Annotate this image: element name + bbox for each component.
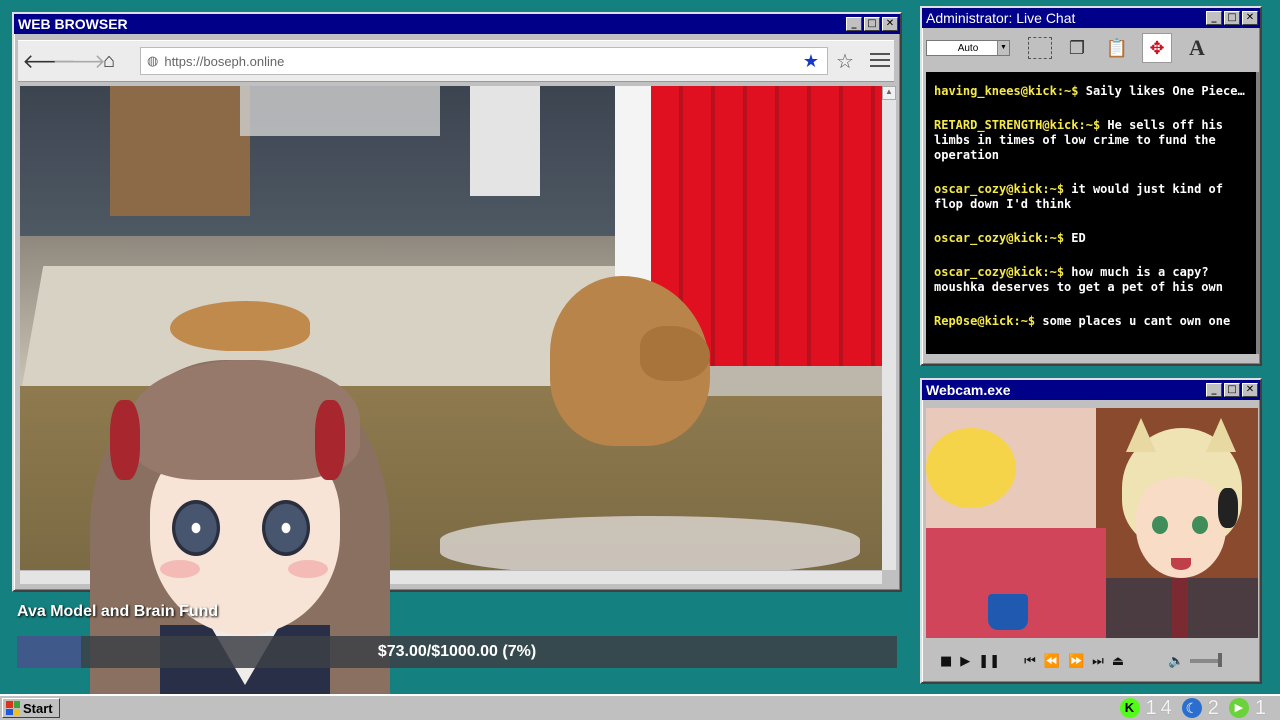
avatar-right-eye	[262, 500, 310, 556]
moon-icon: ☾	[1181, 698, 1202, 718]
move-arrows-icon[interactable]: ✥	[1142, 33, 1172, 63]
garage-door	[470, 86, 540, 196]
play-circle-icon: ▶	[1228, 698, 1249, 718]
taskbar: Start K 14 ☾ 2 ▶ 1	[0, 694, 1280, 720]
zoom-select[interactable]: Auto ▼	[926, 40, 1010, 56]
avatar-right-eye	[1192, 516, 1208, 534]
chat-close-button[interactable]: ✕	[1242, 11, 1258, 25]
webcam-close-button[interactable]: ✕	[1242, 383, 1258, 397]
webcam-minimize-button[interactable]: _	[1206, 383, 1222, 397]
rewind-icon[interactable]: ⏪	[1044, 654, 1060, 669]
browser-maximize-button[interactable]: □	[864, 17, 880, 31]
chat-message: oscar_cozy@kick:~$ how much is a capy? m…	[934, 265, 1248, 295]
kick-logo-icon: K	[1119, 698, 1140, 718]
chat-username: oscar_cozy@kick:~$	[934, 231, 1065, 245]
kick-count: 14	[1145, 696, 1176, 719]
headset	[1218, 488, 1238, 528]
address-bar[interactable]: ◍ https://boseph.online ★	[140, 47, 828, 75]
fund-progress-bar: $73.00/$1000.00 (7%)	[17, 636, 897, 668]
webcam-titlebar[interactable]: Webcam.exe _ □ ✕	[922, 380, 1260, 400]
chat-message: having_knees@kick:~$ Saily likes One Pie…	[934, 84, 1248, 99]
media-controls: ■ ▶ ❚❚ ⏮ ⏪ ⏩ ⏭ ⏏ 🔈	[928, 646, 1258, 676]
avatar-mouth	[1171, 558, 1191, 570]
chat-text: ED	[1071, 231, 1086, 245]
address-url: https://boseph.online	[164, 53, 285, 69]
chat-username: oscar_cozy@kick:~$	[934, 265, 1065, 279]
browser-title: WEB BROWSER	[18, 16, 128, 32]
chat-message: RETARD_STRENGTH@kick:~$ He sells off his…	[934, 118, 1248, 163]
select-region-icon[interactable]	[1028, 37, 1052, 59]
chat-message: oscar_cozy@kick:~$ ED	[934, 231, 1248, 246]
snow-patch	[440, 516, 860, 570]
start-label: Start	[23, 700, 53, 716]
chat-messages[interactable]: having_knees@kick:~$ Saily likes One Pie…	[926, 72, 1256, 354]
chat-message: Rep0se@kick:~$ some places u cant own on…	[934, 314, 1248, 329]
system-tray: K 14 ☾ 2 ▶ 1	[1119, 696, 1271, 720]
fund-progress-text: $73.00/$1000.00 (7%)	[377, 643, 537, 660]
pause-icon[interactable]: ❚❚	[978, 654, 1000, 669]
chevron-down-icon[interactable]: ▼	[997, 41, 1009, 55]
blue-mug	[988, 594, 1028, 630]
scroll-up-icon[interactable]: ▲	[882, 86, 896, 100]
volume-control[interactable]: 🔈	[1168, 653, 1223, 669]
chat-title: Administrator: Live Chat	[926, 10, 1076, 26]
bookmark-star-filled-icon[interactable]: ★	[803, 51, 819, 72]
start-button[interactable]: Start	[2, 698, 60, 718]
paste-clipboard-icon[interactable]: 📋	[1102, 33, 1132, 63]
avatar-right-bow	[315, 400, 345, 480]
chat-window: Administrator: Live Chat _ □ ✕ Auto ▼ ❐ …	[920, 6, 1262, 366]
avatar-right-blush	[288, 560, 328, 578]
play-count: 1	[1254, 696, 1270, 719]
moon-count: 2	[1207, 696, 1223, 719]
webcam-title: Webcam.exe	[926, 382, 1011, 398]
volume-slider[interactable]	[1190, 653, 1223, 667]
play-icon[interactable]: ▶	[960, 654, 970, 669]
font-icon[interactable]: A	[1182, 33, 1212, 63]
skip-previous-icon[interactable]: ⏮	[1024, 654, 1036, 669]
shelf	[240, 86, 440, 136]
avatar-left-blush	[160, 560, 200, 578]
chat-username: having_knees@kick:~$	[934, 84, 1079, 98]
speaker-icon: 🔈	[1168, 653, 1185, 669]
chat-username: oscar_cozy@kick:~$	[934, 182, 1065, 196]
avatar-tie	[1172, 578, 1188, 638]
avatar-left-eye	[1152, 516, 1168, 534]
cabinet	[110, 86, 250, 216]
chat-username: RETARD_STRENGTH@kick:~$	[934, 118, 1101, 132]
forward-arrow-icon[interactable]: 🡒	[52, 46, 106, 76]
eject-icon[interactable]: ⏏	[1112, 654, 1124, 669]
globe-icon: ◍	[147, 53, 159, 68]
chat-toolbar: Auto ▼ ❐ 📋 ✥ A	[922, 28, 1260, 68]
hamburger-menu-icon[interactable]	[870, 49, 890, 71]
avatar-left-bow	[110, 400, 140, 480]
chat-username: Rep0se@kick:~$	[934, 314, 1036, 328]
star-outline-icon[interactable]: ☆	[836, 49, 854, 74]
stop-icon[interactable]: ■	[940, 654, 952, 669]
webcam-window: Webcam.exe _ □ ✕ ■ ▶ ❚❚ ⏮ ⏪ ⏩ ⏭ ⏏ 🔈	[920, 378, 1262, 684]
browser-minimize-button[interactable]: _	[846, 17, 862, 31]
chat-scrollbar[interactable]	[1256, 72, 1260, 354]
avatar-left-eye	[172, 500, 220, 556]
chat-minimize-button[interactable]: _	[1206, 11, 1222, 25]
zoom-select-value: Auto	[957, 42, 979, 54]
fund-title: Ava Model and Brain Fund	[17, 603, 219, 620]
chat-text: Saily likes One Piece…	[1085, 84, 1245, 98]
windows-logo-icon	[6, 701, 20, 715]
skip-next-icon[interactable]: ⏭	[1092, 654, 1104, 669]
browser-close-button[interactable]: ✕	[882, 17, 898, 31]
plush-toy	[926, 428, 1016, 508]
copy-icon[interactable]: ❐	[1062, 33, 1092, 63]
chat-maximize-button[interactable]: □	[1224, 11, 1240, 25]
chat-text: some places u cant own one	[1042, 314, 1231, 328]
browser-titlebar[interactable]: WEB BROWSER _ □ ✕	[14, 14, 900, 34]
chat-titlebar[interactable]: Administrator: Live Chat _ □ ✕	[922, 8, 1260, 28]
home-icon[interactable]: ⌂	[94, 46, 124, 76]
fast-forward-icon[interactable]: ⏩	[1068, 654, 1084, 669]
browser-toolbar: 🡐 🡒 ⌂ ◍ https://boseph.online ★ ☆	[18, 40, 894, 82]
webcam-feed	[926, 408, 1258, 638]
webcam-maximize-button[interactable]: □	[1224, 383, 1240, 397]
vertical-scrollbar[interactable]: ▲	[882, 86, 896, 570]
chat-message: oscar_cozy@kick:~$ it would just kind of…	[934, 182, 1248, 212]
